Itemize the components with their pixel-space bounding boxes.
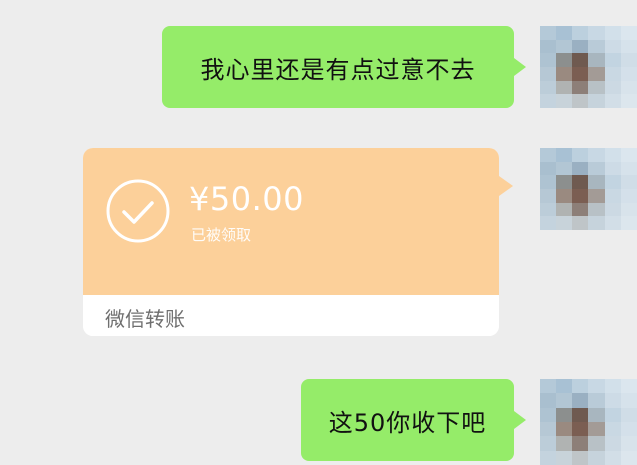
avatar[interactable] xyxy=(540,26,637,108)
transfer-label: 微信转账 xyxy=(105,307,185,331)
avatar[interactable] xyxy=(540,379,637,465)
transfer-amount: ¥50.00 xyxy=(189,180,304,218)
message-bubble[interactable]: 我心里还是有点过意不去 xyxy=(162,26,526,108)
transfer-status: 已被领取 xyxy=(191,226,252,244)
transfer-card-footer: 微信转账 xyxy=(83,295,499,336)
transfer-card[interactable]: ¥50.00 已被领取 微信转账 xyxy=(83,148,513,336)
message-bubble[interactable]: 这50你收下吧 xyxy=(301,379,526,461)
message-text: 这50你收下吧 xyxy=(328,408,487,437)
avatar[interactable] xyxy=(540,148,637,230)
message-text: 我心里还是有点过意不去 xyxy=(200,55,476,84)
transfer-card-header: ¥50.00 已被领取 xyxy=(83,148,513,295)
checkmark-circle-icon xyxy=(106,179,170,243)
